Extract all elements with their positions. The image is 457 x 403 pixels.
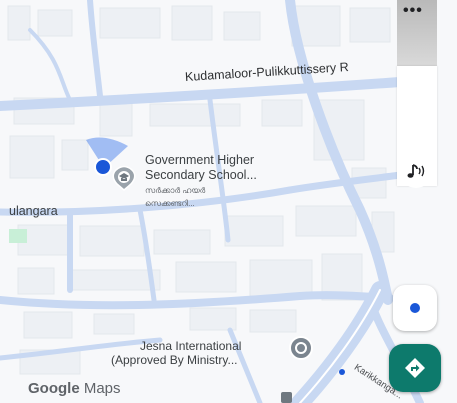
school-local-name: സർക്കാർ ഹയർ സെക്കണ്ടറി...	[145, 184, 205, 210]
school-name-line2: Secondary School...	[145, 168, 257, 182]
school-name-line1: Government Higher	[145, 153, 255, 167]
jesna-subtitle: (Approved By Ministry...	[111, 353, 238, 367]
google-maps-logo: Google Maps	[28, 380, 121, 397]
school-name[interactable]: Government Higher Secondary School...	[145, 153, 257, 183]
school-local-line2: സെക്കണ്ടറി...	[145, 199, 195, 208]
sound-button[interactable]	[400, 156, 432, 188]
area-label: ulangara	[9, 204, 58, 218]
location-dot-icon	[410, 303, 420, 313]
logo-maps: Maps	[83, 380, 121, 397]
recenter-button[interactable]	[393, 285, 437, 331]
more-dots-icon[interactable]: •••	[403, 2, 423, 20]
directions-button[interactable]	[389, 344, 441, 392]
sound-icon	[407, 164, 425, 178]
logo-google: Google	[28, 380, 80, 397]
directions-icon	[405, 358, 425, 378]
map-canvas[interactable]: Kudamaloor-Pulikkuttissery R Government …	[0, 0, 457, 403]
school-local-line1: സർക്കാർ ഹയർ	[145, 186, 206, 195]
jesna-name[interactable]: Jesna International	[140, 339, 241, 353]
